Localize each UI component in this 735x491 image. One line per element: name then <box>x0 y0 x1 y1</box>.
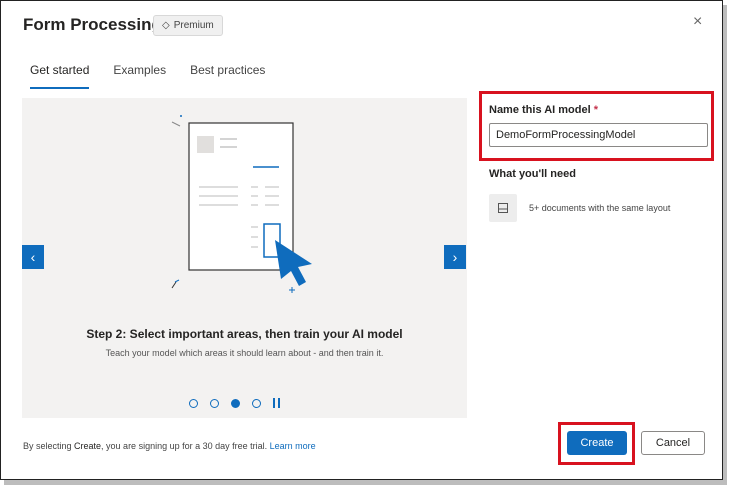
requirement-item: 5+ documents with the same layout <box>529 203 671 213</box>
create-button[interactable]: Create <box>567 431 627 455</box>
premium-badge: ◇ Premium <box>153 15 223 36</box>
cancel-button[interactable]: Cancel <box>641 431 705 455</box>
tab-examples[interactable]: Examples <box>113 63 166 89</box>
trial-notice-prefix: By selecting <box>23 441 75 451</box>
trial-notice-bold: Create <box>74 441 102 451</box>
carousel-dot-3[interactable] <box>231 398 240 408</box>
model-name-input[interactable] <box>489 123 708 147</box>
next-slide-button[interactable]: › <box>444 245 466 269</box>
carousel-dot-1[interactable] <box>189 398 198 408</box>
trial-notice-suffix: , you are signing up for a 30 day free t… <box>101 441 270 451</box>
required-mark: * <box>593 104 599 116</box>
dialog-title: Form Processing <box>23 15 162 34</box>
tab-list: Get started Examples Best practices <box>30 63 289 89</box>
trial-notice: By selecting Create, you are signing up … <box>23 441 316 451</box>
model-name-label-text: Name this AI model <box>489 104 591 116</box>
form-illustration <box>171 115 312 293</box>
tab-best-practices[interactable]: Best practices <box>190 63 265 89</box>
diamond-icon: ◇ <box>162 20 170 31</box>
form-processing-dialog: Form Processing ◇ Premium × Get started … <box>0 0 723 480</box>
pause-icon[interactable] <box>273 398 283 408</box>
tutorial-carousel: Step 2: Select important areas, then tra… <box>22 98 467 418</box>
tab-get-started[interactable]: Get started <box>30 63 90 89</box>
previous-slide-button[interactable]: ‹ <box>22 245 44 269</box>
requirements-heading: What you'll need <box>489 168 576 180</box>
document-icon <box>489 194 517 222</box>
carousel-pagination <box>189 398 283 408</box>
step-description: Teach your model which areas it should l… <box>105 348 384 358</box>
close-icon[interactable]: × <box>693 13 702 31</box>
model-name-label: Name this AI model * <box>489 104 598 116</box>
step-title: Step 2: Select important areas, then tra… <box>86 327 403 341</box>
carousel-dot-4[interactable] <box>252 398 261 408</box>
learn-more-link[interactable]: Learn more <box>270 441 316 451</box>
carousel-dot-2[interactable] <box>210 398 219 408</box>
premium-badge-label: Premium <box>173 20 214 31</box>
